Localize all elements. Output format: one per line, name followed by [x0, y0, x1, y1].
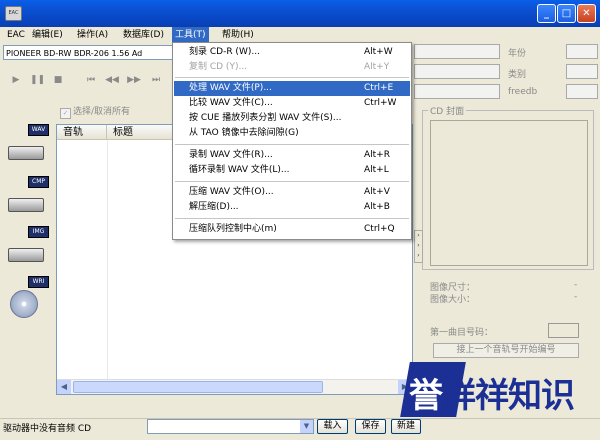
- menu-item-compare-wav[interactable]: 比较 WAV 文件(C)... Ctrl+W: [174, 96, 410, 111]
- minimize-icon: _: [544, 8, 549, 19]
- disc-icon: [10, 290, 38, 318]
- genre-field[interactable]: [566, 64, 598, 79]
- save-button[interactable]: 保存: [355, 419, 386, 434]
- checkbox-icon: ✓: [60, 108, 71, 119]
- menu-separator: [175, 144, 409, 145]
- image-filesize-value: -: [574, 292, 578, 302]
- first-track-icon: ⏮: [86, 75, 96, 85]
- freedb-field[interactable]: [566, 84, 598, 99]
- menu-database[interactable]: 数据库(D): [120, 27, 167, 43]
- extract-wav-button[interactable]: WAV: [6, 124, 49, 166]
- first-track-button[interactable]: ⏮: [84, 73, 98, 87]
- comment-field[interactable]: [414, 84, 500, 99]
- cmp-tag: CMP: [28, 176, 49, 188]
- image-size-value: -: [574, 280, 578, 290]
- genre-label: 类别: [508, 70, 527, 80]
- horizontal-scrollbar[interactable]: ◀ ▶: [57, 379, 412, 394]
- watermark-text: 誉祥祥知识: [409, 376, 575, 416]
- menu-tools[interactable]: 工具(T): [172, 27, 209, 43]
- minimize-button[interactable]: _: [537, 4, 556, 23]
- menu-item-copy-cd[interactable]: 复制 CD (Y)... Alt+Y: [174, 60, 410, 75]
- album-field[interactable]: [414, 64, 500, 79]
- drive-icon: [8, 198, 44, 212]
- menu-item-decompress[interactable]: 解压缩(D)... Alt+B: [174, 200, 410, 215]
- grid-line: [107, 140, 108, 380]
- menu-item-compress-wav[interactable]: 压缩 WAV 文件(O)... Alt+V: [174, 185, 410, 200]
- menu-item-compression-queue[interactable]: 压缩队列控制中心(m) Ctrl+Q: [174, 222, 410, 237]
- year-field[interactable]: [566, 44, 598, 59]
- tools-menu: 刻录 CD-R (W)... Alt+W 复制 CD (Y)... Alt+Y 处理…: [172, 42, 412, 240]
- last-track-icon: ⏭: [151, 75, 161, 85]
- last-track-button[interactable]: ⏭: [149, 73, 163, 87]
- year-label: 年份: [508, 49, 527, 59]
- drive-icon: [8, 146, 44, 160]
- scroll-left-icon[interactable]: ◀: [57, 380, 71, 394]
- menu-separator: [175, 77, 409, 78]
- menu-item-record-wav[interactable]: 录制 WAV 文件(R)... Alt+R: [174, 148, 410, 163]
- status-text: 驱动器中没有音频 CD: [3, 424, 92, 434]
- wav-tag: WAV: [28, 124, 49, 136]
- chevron-down-icon[interactable]: ▼: [300, 420, 313, 433]
- drive-select[interactable]: PIONEER BD-RW BDR-206 1.56 Ad: [3, 45, 181, 60]
- column-header-track[interactable]: 音轨: [57, 125, 107, 140]
- extract-image-button[interactable]: IMG: [6, 226, 49, 268]
- pause-icon: ❚❚: [30, 75, 46, 85]
- drive-icon: [8, 248, 44, 262]
- maximize-button[interactable]: □: [557, 4, 576, 23]
- wri-tag: WRI: [28, 276, 49, 288]
- stop-icon: ■: [53, 75, 63, 85]
- menu-item-process-wav[interactable]: 处理 WAV 文件(P)... Ctrl+E: [174, 81, 410, 96]
- scroll-thumb[interactable]: [73, 381, 323, 393]
- rewind-icon: ◀◀: [105, 75, 119, 85]
- extract-compressed-button[interactable]: CMP: [6, 176, 49, 218]
- img-tag: IMG: [28, 226, 49, 238]
- menu-separator: [175, 181, 409, 182]
- play-button[interactable]: ▶: [9, 73, 23, 87]
- menu-bar: EAC 编辑(E) 操作(A) 数据库(D) 工具(T) 帮助(H): [0, 27, 600, 43]
- app-icon[interactable]: EAC: [5, 6, 22, 21]
- menu-eac[interactable]: EAC: [4, 27, 28, 43]
- menu-item-burn-cdr[interactable]: 刻录 CD-R (W)... Alt+W: [174, 45, 410, 60]
- menu-help[interactable]: 帮助(H): [219, 27, 257, 43]
- menu-item-loop-record-wav[interactable]: 循环录制 WAV 文件(L)... Alt+L: [174, 163, 410, 178]
- write-cd-button[interactable]: WRI: [6, 276, 49, 318]
- menu-item-remove-tao-gaps[interactable]: 从 TAO 镜像中去除间隙(G): [174, 126, 410, 141]
- close-icon: ✕: [582, 8, 591, 19]
- artist-field[interactable]: [414, 44, 500, 59]
- image-filesize-label: 图像大小：: [430, 295, 476, 305]
- forward-button[interactable]: ▶▶: [127, 73, 141, 87]
- status-select[interactable]: ▼: [147, 419, 314, 434]
- forward-icon: ▶▶: [127, 75, 141, 85]
- select-all-label: 选择/取消所有: [73, 107, 131, 117]
- first-track-label: 第一曲目号码：: [430, 328, 494, 338]
- title-bar[interactable]: [0, 0, 600, 27]
- maximize-icon: □: [561, 8, 572, 19]
- menu-separator: [175, 218, 409, 219]
- stop-button[interactable]: ■: [51, 73, 65, 87]
- menu-action[interactable]: 操作(A): [74, 27, 111, 43]
- select-all-checkbox[interactable]: ✓ 选择/取消所有: [60, 104, 130, 119]
- close-button[interactable]: ✕: [577, 4, 596, 23]
- watermark-logo: 誉祥祥知识: [400, 362, 600, 424]
- panel-toggle-button[interactable]: › › ›: [414, 230, 423, 263]
- play-icon: ▶: [12, 75, 20, 85]
- pause-button[interactable]: ❚❚: [30, 73, 46, 87]
- first-track-number-field[interactable]: [548, 323, 579, 338]
- menu-item-split-by-cue[interactable]: 按 CUE 播放列表分割 WAV 文件(S)...: [174, 111, 410, 126]
- load-button[interactable]: 载入: [317, 419, 348, 434]
- continue-numbering-button[interactable]: 接上一个音轨号开始编号: [433, 343, 579, 358]
- freedb-label: freedb: [508, 87, 538, 97]
- cover-title: CD 封面: [428, 104, 467, 117]
- rewind-button[interactable]: ◀◀: [105, 73, 119, 87]
- cover-image[interactable]: [430, 120, 588, 266]
- menu-edit[interactable]: 编辑(E): [29, 27, 66, 43]
- chevron-right-icon: › › ›: [417, 232, 420, 259]
